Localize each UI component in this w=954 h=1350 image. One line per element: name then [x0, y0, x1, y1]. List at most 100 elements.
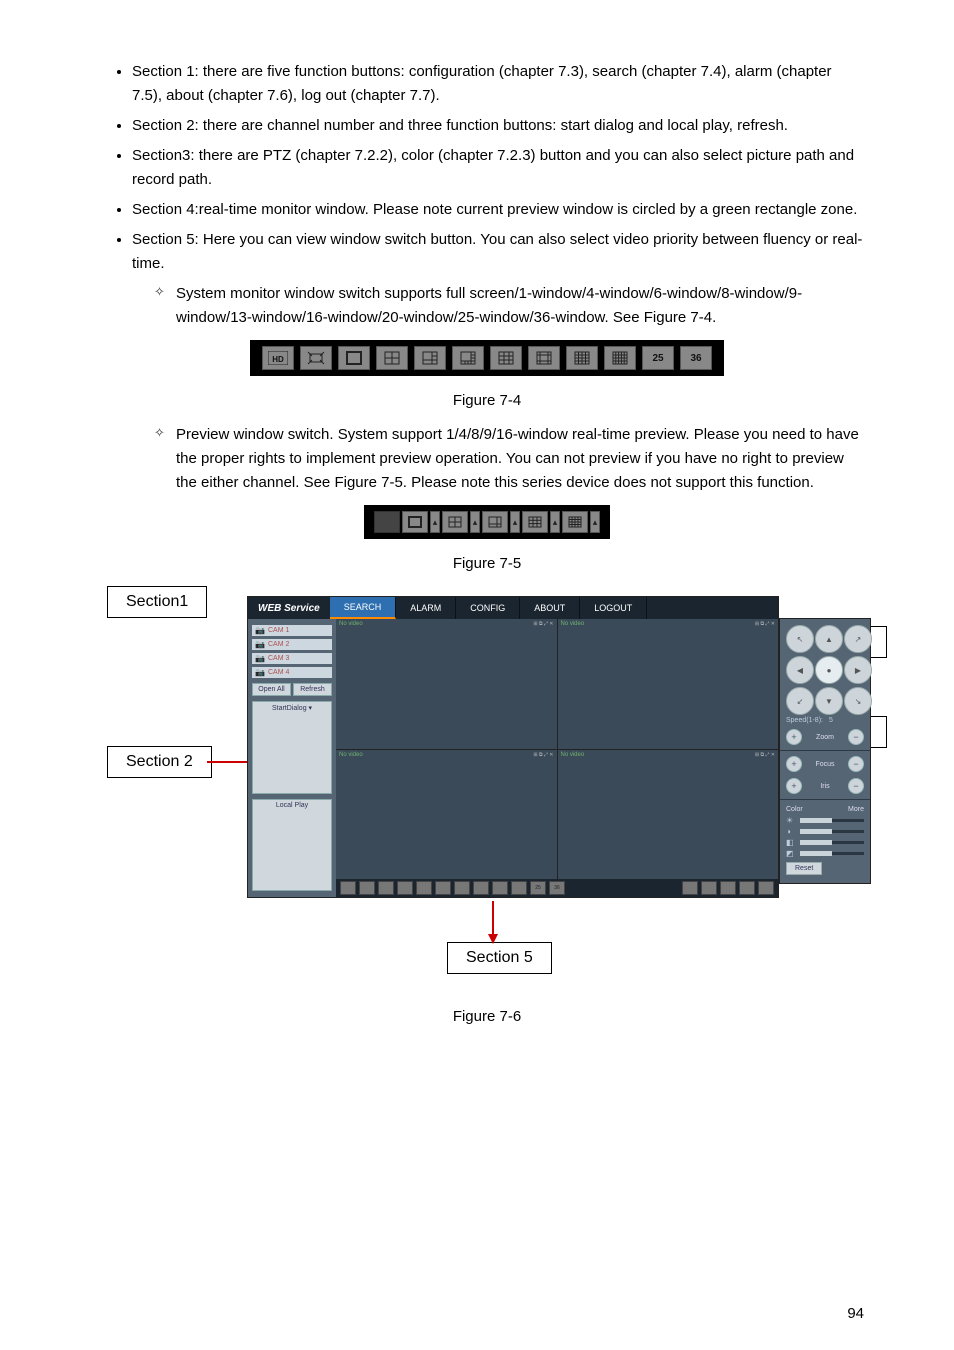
grid-13-icon[interactable] — [528, 346, 560, 370]
grid-36-icon[interactable]: 36 — [680, 346, 712, 370]
zoom-minus-icon[interactable]: − — [848, 729, 864, 745]
iris-label: Iris — [820, 783, 829, 790]
grid-25-icon[interactable]: 25 — [642, 346, 674, 370]
bullet-section5-text: Section 5: Here you can view window swit… — [132, 231, 862, 272]
color-tab[interactable]: Color — [786, 806, 803, 813]
tab-search[interactable]: SEARCH — [330, 597, 397, 619]
more-tab[interactable]: More — [848, 806, 864, 813]
ptz-up-right-icon[interactable]: ↗ — [844, 625, 872, 653]
ptz-down-right-icon[interactable]: ↘ — [844, 687, 872, 715]
web-service-panel: WEB Service SEARCH ALARM CONFIG ABOUT LO… — [247, 596, 779, 898]
ptz-down-left-icon[interactable]: ↙ — [786, 687, 814, 715]
bb-preview-icon[interactable] — [720, 881, 736, 895]
bb-icon[interactable] — [435, 881, 451, 895]
grid-25-label: 25 — [652, 353, 663, 364]
ptz-left-icon[interactable]: ◀ — [786, 656, 814, 684]
open-all-button[interactable]: Open All — [252, 683, 291, 696]
tab-config[interactable]: CONFIG — [456, 597, 520, 619]
tab-alarm[interactable]: ALARM — [396, 597, 456, 619]
sub-bullet-preview-switch: Preview window switch. System support 1/… — [176, 423, 864, 495]
bb-preview-icon[interactable] — [758, 881, 774, 895]
bb-icon[interactable]: 25 — [530, 881, 546, 895]
preview-4-icon[interactable] — [442, 511, 468, 533]
chevron-up-icon-2[interactable]: ▴ — [470, 511, 480, 533]
arrow-section5 — [492, 901, 494, 937]
hd-icon[interactable]: HD — [262, 346, 294, 370]
refresh-button[interactable]: Refresh — [293, 683, 332, 696]
grid-20-icon[interactable] — [604, 346, 636, 370]
local-play-button[interactable]: Local Play — [252, 799, 332, 892]
cam-4[interactable]: 📷CAM 4 — [252, 667, 332, 678]
hue-slider[interactable]: ◩ — [786, 849, 864, 858]
chevron-up-icon-4[interactable]: ▴ — [550, 511, 560, 533]
ptz-center-icon[interactable]: ● — [815, 656, 843, 684]
grid-16-icon[interactable] — [566, 346, 598, 370]
web-service-topbar: WEB Service SEARCH ALARM CONFIG ABOUT LO… — [248, 597, 778, 619]
grid-8-icon[interactable] — [452, 346, 484, 370]
monitor-main: No video⊞ ⧉ ⤢ ✕ No video⊞ ⧉ ⤢ ✕ No video… — [336, 619, 778, 897]
bb-icon[interactable]: 36 — [549, 881, 565, 895]
focus-row: + Focus − — [780, 753, 870, 775]
speed-value: 5 — [829, 717, 833, 724]
ptz-up-left-icon[interactable]: ↖ — [786, 625, 814, 653]
bb-icon[interactable] — [416, 881, 432, 895]
bb-icon[interactable] — [378, 881, 394, 895]
monitor-cell-3[interactable]: No video⊞ ⧉ ⤢ ✕ — [336, 750, 557, 880]
cam-2[interactable]: 📷CAM 2 — [252, 639, 332, 650]
saturation-icon: ◧ — [786, 838, 796, 847]
ptz-down-icon[interactable]: ▼ — [815, 687, 843, 715]
saturation-slider[interactable]: ◧ — [786, 838, 864, 847]
chevron-up-icon-3[interactable]: ▴ — [510, 511, 520, 533]
arrow-head-section5 — [488, 934, 498, 944]
zoom-plus-icon[interactable]: + — [786, 729, 802, 745]
grid-4-icon[interactable] — [376, 346, 408, 370]
figure-7-5-caption: Figure 7-5 — [110, 555, 864, 572]
bb-icon[interactable] — [511, 881, 527, 895]
cam-3[interactable]: 📷CAM 3 — [252, 653, 332, 664]
ptz-right-icon[interactable]: ▶ — [844, 656, 872, 684]
ptz-up-icon[interactable]: ▲ — [815, 625, 843, 653]
monitor-cell-1[interactable]: No video⊞ ⧉ ⤢ ✕ — [336, 619, 557, 749]
preview-8-icon[interactable] — [482, 511, 508, 533]
bb-icon[interactable] — [359, 881, 375, 895]
zoom-label: Zoom — [816, 734, 834, 741]
section2-label: Section 2 — [107, 746, 212, 778]
chevron-up-icon[interactable]: ▴ — [430, 511, 440, 533]
preview-1-icon[interactable] — [402, 511, 428, 533]
preview-9-icon[interactable] — [522, 511, 548, 533]
bb-icon[interactable] — [492, 881, 508, 895]
bb-preview-icon[interactable] — [682, 881, 698, 895]
brightness-slider[interactable]: ☀ — [786, 816, 864, 825]
camera-icon: 📷 — [255, 654, 265, 663]
grid-9-icon[interactable] — [490, 346, 522, 370]
monitor-cell-4[interactable]: No video⊞ ⧉ ⤢ ✕ — [558, 750, 779, 880]
bb-icon[interactable] — [397, 881, 413, 895]
camera-icon: 📷 — [255, 626, 265, 635]
grid-6-icon[interactable] — [414, 346, 446, 370]
monitor-cell-2[interactable]: No video⊞ ⧉ ⤢ ✕ — [558, 619, 779, 749]
iris-row: + Iris − — [780, 775, 870, 797]
contrast-slider[interactable]: ◑ — [786, 827, 864, 836]
tab-about[interactable]: ABOUT — [520, 597, 580, 619]
bb-preview-icon[interactable] — [701, 881, 717, 895]
iris-minus-icon[interactable]: − — [848, 778, 864, 794]
focus-plus-icon[interactable]: + — [786, 756, 802, 772]
preview-16-icon[interactable] — [562, 511, 588, 533]
bb-icon[interactable] — [454, 881, 470, 895]
channel-sidebar: 📷CAM 1 📷CAM 2 📷CAM 3 📷CAM 4 Open All Ref… — [248, 619, 336, 897]
focus-minus-icon[interactable]: − — [848, 756, 864, 772]
fullscreen-icon[interactable] — [300, 346, 332, 370]
bb-icon[interactable] — [340, 881, 356, 895]
tab-logout[interactable]: LOGOUT — [580, 597, 647, 619]
window-switch-toolbar: HD 25 36 — [250, 340, 724, 376]
bullet-section2: Section 2: there are channel number and … — [132, 114, 864, 138]
bb-preview-icon[interactable] — [739, 881, 755, 895]
bb-icon[interactable] — [473, 881, 489, 895]
iris-plus-icon[interactable]: + — [786, 778, 802, 794]
cam-1[interactable]: 📷CAM 1 — [252, 625, 332, 636]
chevron-up-icon-5[interactable]: ▴ — [590, 511, 600, 533]
start-dialog-button[interactable]: StartDialog ▾ — [252, 701, 332, 794]
grid-36-label: 36 — [690, 353, 701, 364]
reset-button[interactable]: Reset — [786, 862, 822, 875]
grid-1-icon[interactable] — [338, 346, 370, 370]
